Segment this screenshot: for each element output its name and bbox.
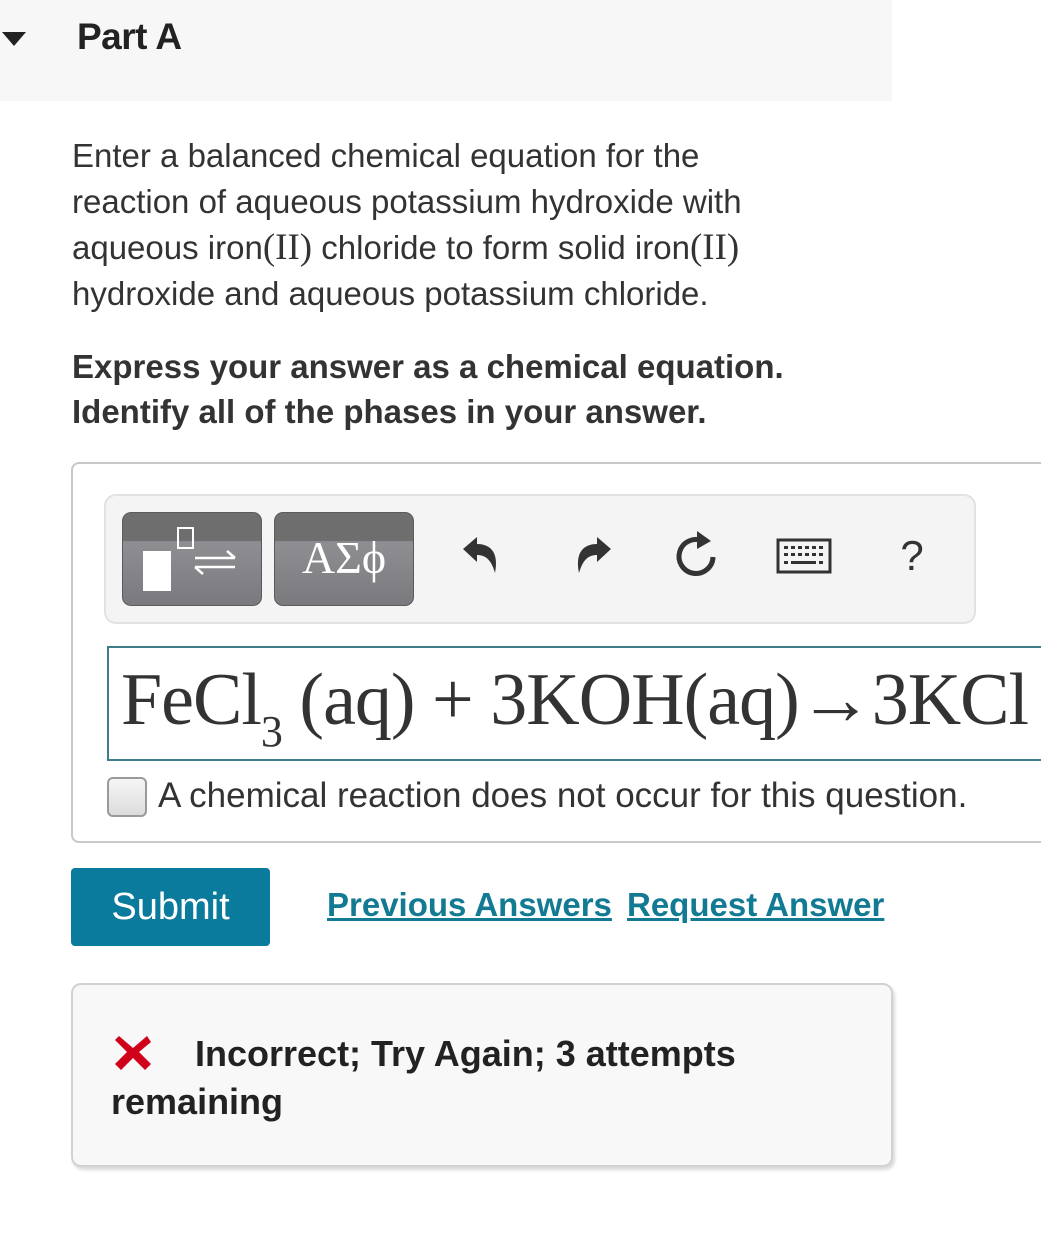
reset-button[interactable] (666, 526, 726, 586)
symbols-button[interactable]: ΑΣϕ (274, 512, 414, 606)
equation-fragment: (aq) + 3KOH(aq)→3KCl (281, 659, 1029, 741)
roman-numeral: (II) (262, 227, 313, 268)
no-reaction-label[interactable]: A chemical reaction does not occur for t… (158, 776, 967, 816)
instructions: Express your answer as a chemical equati… (72, 344, 784, 434)
question-fragment: aqueous iron (72, 229, 263, 266)
submit-button[interactable]: Submit (71, 868, 270, 946)
previous-answers-link[interactable]: Previous Answers (327, 886, 612, 924)
equation-subscript: 3 (260, 707, 283, 756)
keyboard-button[interactable] (774, 526, 834, 586)
question-line: reaction of aqueous potassium hydroxide … (72, 183, 742, 220)
undo-button[interactable] (452, 526, 512, 586)
redo-button[interactable] (562, 526, 622, 586)
instruction-line: Identify all of the phases in your answe… (72, 393, 707, 430)
feedback-message: Incorrect; Try Again; 3 attempts remaini… (111, 1033, 736, 1122)
part-header[interactable]: Part A (0, 0, 892, 101)
question-line: hydroxide and aqueous potassium chloride… (72, 275, 709, 312)
reset-icon (676, 531, 716, 576)
symbols-label: ΑΣϕ (301, 532, 387, 583)
redo-icon (577, 537, 611, 573)
question-fragment: chloride to form solid iron (312, 229, 690, 266)
instruction-line: Express your answer as a chemical equati… (72, 348, 784, 385)
equation-fragment: FeCl (121, 659, 262, 741)
equation-toolbar: ΑΣϕ ? (104, 494, 976, 624)
no-reaction-checkbox[interactable] (107, 777, 147, 817)
caret-down-icon[interactable] (2, 32, 26, 46)
templates-icon (143, 527, 236, 591)
keyboard-icon (776, 538, 832, 574)
undo-icon (463, 537, 497, 573)
roman-numeral: (II) (689, 227, 740, 268)
question-text: Enter a balanced chemical equation for t… (72, 133, 862, 317)
request-answer-link[interactable]: Request Answer (627, 886, 884, 924)
part-title: Part A (77, 16, 182, 57)
equation-value: FeCl3 (aq) + 3KOH(aq)→3KCl (121, 658, 1029, 757)
equation-input[interactable]: FeCl3 (aq) + 3KOH(aq)→3KCl (107, 646, 1041, 761)
help-button[interactable]: ? (882, 526, 942, 586)
help-icon: ? (900, 532, 924, 579)
feedback-box: Incorrect; Try Again; 3 attempts remaini… (71, 983, 893, 1167)
question-line: Enter a balanced chemical equation for t… (72, 137, 700, 174)
question-line: aqueous iron(II) chloride to form solid … (72, 225, 862, 271)
templates-button[interactable] (122, 512, 262, 606)
